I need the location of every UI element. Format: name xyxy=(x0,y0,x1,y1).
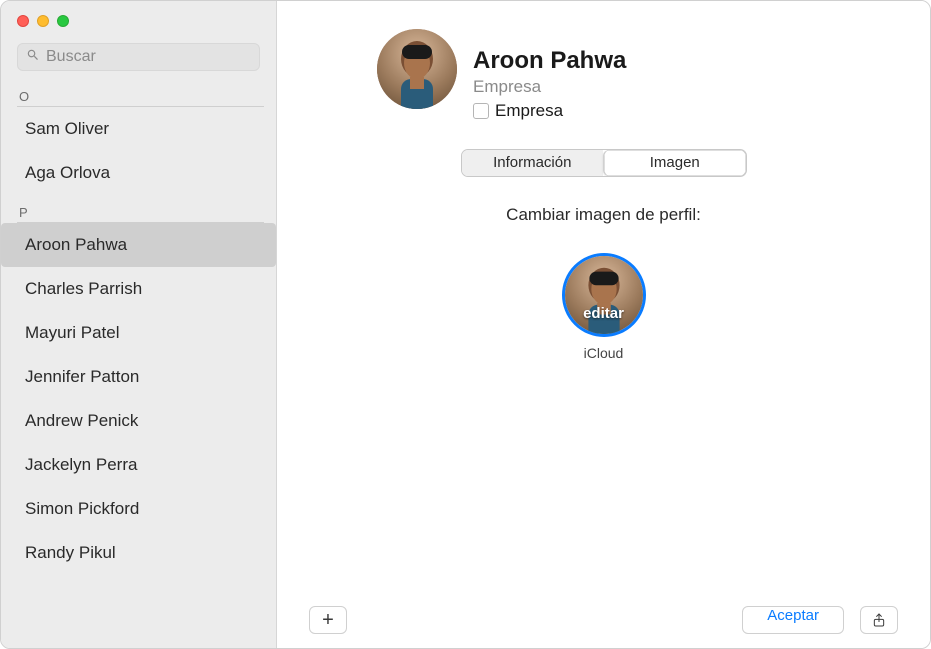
image-thumb-area: editar iCloud xyxy=(562,253,646,361)
thumb-edit-label: editar xyxy=(565,305,643,322)
detail-pane: Aroon Pahwa Empresa Empresa Información … xyxy=(277,1,930,648)
contact-list[interactable]: OSam OliverAga Orlova PAroon PahwaCharles… xyxy=(1,79,276,648)
share-icon xyxy=(871,611,887,629)
contact-row[interactable]: Randy Pikul xyxy=(17,531,264,575)
minimize-window-button[interactable] xyxy=(37,15,49,27)
share-button[interactable] xyxy=(860,606,898,634)
section-header-p: P xyxy=(17,199,264,223)
contacts-window: OSam OliverAga OrlovaPAroon PahwaCharles… xyxy=(0,0,931,649)
accept-button[interactable]: Aceptar xyxy=(742,606,844,634)
search-input[interactable] xyxy=(46,48,251,66)
avatar[interactable] xyxy=(377,29,457,109)
plus-icon: + xyxy=(322,609,334,632)
contact-row[interactable]: Mayuri Patel xyxy=(17,311,264,355)
company-checkbox[interactable] xyxy=(473,103,489,119)
contact-row[interactable]: Jennifer Patton xyxy=(17,355,264,399)
contact-row[interactable]: Sam Oliver xyxy=(17,107,264,151)
change-image-title: Cambiar imagen de perfil: xyxy=(277,205,930,225)
company-field[interactable]: Empresa xyxy=(473,77,626,97)
tab-imagen[interactable]: Imagen xyxy=(603,150,746,176)
company-checkbox-row: Empresa xyxy=(473,101,626,121)
close-window-button[interactable] xyxy=(17,15,29,27)
company-checkbox-label: Empresa xyxy=(495,101,563,121)
tab-switcher: Información Imagen xyxy=(461,149,747,177)
footer-bar: + Aceptar xyxy=(277,592,930,648)
profile-image-thumb[interactable]: editar xyxy=(562,253,646,337)
contact-header: Aroon Pahwa Empresa Empresa xyxy=(277,1,930,121)
sidebar: OSam OliverAga Orlova PAroon PahwaCharles… xyxy=(1,1,277,648)
contact-row[interactable]: Aga Orlova xyxy=(17,151,264,195)
footer-right: Aceptar xyxy=(742,606,898,634)
search-icon xyxy=(26,48,40,67)
contact-row[interactable]: Jackelyn Perra xyxy=(17,443,264,487)
search-wrap xyxy=(1,37,276,79)
header-text: Aroon Pahwa Empresa Empresa xyxy=(473,29,626,121)
tab-informacion[interactable]: Información xyxy=(462,150,604,176)
thumb-source-label: iCloud xyxy=(562,345,646,361)
contact-row[interactable]: Charles Parrish xyxy=(17,267,264,311)
zoom-window-button[interactable] xyxy=(57,15,69,27)
add-button[interactable]: + xyxy=(309,606,347,634)
contact-row[interactable]: Simon Pickford xyxy=(17,487,264,531)
section-header-o: O xyxy=(17,83,264,107)
contact-row[interactable]: Andrew Penick xyxy=(17,399,264,443)
avatar-image xyxy=(377,29,457,109)
search-field[interactable] xyxy=(17,43,260,71)
contact-row[interactable]: Aroon Pahwa xyxy=(1,223,276,267)
contact-name[interactable]: Aroon Pahwa xyxy=(473,47,626,75)
window-controls xyxy=(1,1,276,37)
